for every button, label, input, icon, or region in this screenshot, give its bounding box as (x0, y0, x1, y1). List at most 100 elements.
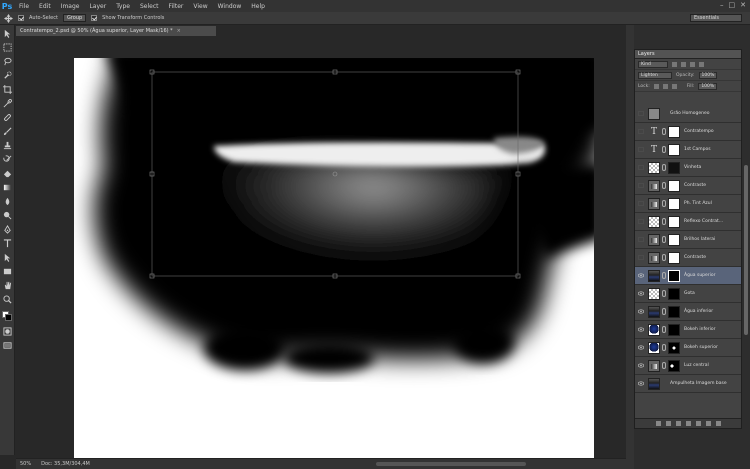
shape-tool-button[interactable] (3, 267, 12, 276)
hand-tool-button[interactable] (3, 281, 12, 290)
add-mask-icon[interactable] (675, 421, 681, 426)
layer-mask-thumbnail[interactable] (668, 233, 680, 246)
mask-link-icon[interactable] (662, 254, 666, 261)
mask-link-icon[interactable] (662, 128, 666, 135)
layer-row[interactable]: Vinheta (635, 159, 741, 177)
canvas-area[interactable] (16, 36, 626, 458)
maximize-button[interactable]: □ (729, 1, 736, 9)
layer-thumbnail[interactable] (648, 107, 660, 120)
mask-link-icon[interactable] (662, 146, 666, 153)
layer-row[interactable]: Água inferior (635, 303, 741, 321)
pixel-filter-icon[interactable] (672, 61, 677, 67)
close-button[interactable]: ✕ (740, 1, 746, 9)
lasso-tool-button[interactable] (3, 57, 12, 66)
fill-field[interactable]: 100% (698, 82, 718, 90)
screen-mode-button[interactable] (3, 341, 12, 350)
layer-mask-thumbnail[interactable] (668, 143, 680, 156)
menu-edit[interactable]: Edit (39, 3, 51, 10)
layer-row[interactable]: Gota (635, 285, 741, 303)
eye-hidden-icon[interactable] (637, 182, 645, 190)
layer-mask-thumbnail[interactable] (668, 341, 680, 354)
mask-link-icon[interactable] (662, 200, 666, 207)
eyedropper-tool-button[interactable] (3, 98, 13, 108)
layer-thumbnail[interactable] (648, 359, 660, 372)
eye-hidden-icon[interactable] (637, 254, 645, 262)
menu-help[interactable]: Help (251, 3, 265, 10)
layer-thumbnail[interactable] (648, 233, 660, 246)
menu-select[interactable]: Select (140, 3, 159, 10)
eye-icon[interactable] (637, 308, 645, 316)
mask-link-icon[interactable] (662, 380, 666, 387)
eye-icon[interactable] (637, 344, 645, 352)
eye-hidden-icon[interactable] (637, 110, 645, 118)
layers-panel-header[interactable]: Layers (635, 50, 741, 59)
eye-icon[interactable] (637, 326, 645, 334)
eye-icon[interactable] (637, 290, 645, 298)
layer-row[interactable]: Luz central (635, 357, 741, 375)
mask-link-icon[interactable] (662, 218, 666, 225)
path-selection-tool-button[interactable] (3, 253, 12, 262)
horizontal-scrollbar[interactable] (376, 462, 526, 466)
layer-thumbnail[interactable] (648, 341, 660, 354)
minimize-button[interactable]: – (720, 1, 724, 9)
eye-hidden-icon[interactable] (637, 218, 645, 226)
eye-hidden-icon[interactable] (637, 146, 645, 154)
layer-row[interactable]: Bokeh inferior (635, 321, 741, 339)
menu-image[interactable]: Image (61, 3, 80, 10)
eye-hidden-icon[interactable] (637, 164, 645, 172)
layer-row[interactable]: Grão Homogeneo (635, 105, 741, 123)
transform-controls-checkbox[interactable] (91, 15, 98, 21)
eye-icon[interactable] (637, 272, 645, 280)
panel-scrollbar[interactable] (744, 165, 748, 335)
auto-select-checkbox[interactable] (18, 15, 24, 21)
layer-row[interactable]: Contraste (635, 249, 741, 267)
layer-thumbnail[interactable] (648, 323, 660, 336)
mask-link-icon[interactable] (662, 272, 666, 279)
layer-row[interactable]: Ph. Tint Azul (635, 195, 741, 213)
mask-link-icon[interactable] (662, 326, 666, 333)
blend-mode-dropdown[interactable]: Lighten (638, 71, 672, 79)
mask-link-icon[interactable] (662, 308, 666, 315)
layer-thumbnail[interactable] (648, 197, 660, 210)
crop-tool-button[interactable] (3, 85, 12, 94)
mask-link-icon[interactable] (662, 344, 666, 351)
menu-window[interactable]: Window (218, 3, 242, 10)
brush-tool-button[interactable] (3, 127, 12, 136)
eye-hidden-icon[interactable] (637, 200, 645, 208)
eye-hidden-icon[interactable] (637, 236, 645, 244)
workspace-dropdown[interactable]: Essentials (690, 14, 742, 22)
layer-mask-thumbnail[interactable] (668, 161, 680, 174)
layer-thumbnail[interactable] (648, 179, 660, 192)
layer-row[interactable]: Brilhos laterai (635, 231, 741, 249)
layer-mask-thumbnail[interactable] (668, 359, 680, 372)
layer-mask-thumbnail[interactable] (668, 251, 680, 264)
adjustment-filter-icon[interactable] (681, 61, 686, 67)
layer-row[interactable]: T Contratempo (635, 123, 741, 141)
gradient-tool-button[interactable] (3, 183, 12, 192)
adjustment-layer-icon[interactable] (685, 421, 691, 426)
opacity-field[interactable]: 100% (698, 71, 718, 79)
layer-mask-thumbnail[interactable] (668, 269, 680, 282)
menu-view[interactable]: View (193, 3, 207, 10)
eye-icon[interactable] (637, 380, 645, 388)
blur-tool-button[interactable] (3, 197, 12, 206)
marquee-tool-button[interactable] (3, 43, 12, 52)
group-folder-icon[interactable] (695, 421, 701, 426)
layer-row[interactable]: Contraste (635, 177, 741, 195)
layer-thumbnail[interactable]: T (648, 126, 660, 138)
layer-row[interactable]: Ampulheta Imagem base (635, 375, 741, 393)
close-document-icon[interactable]: × (177, 28, 181, 34)
background-color-swatch[interactable] (5, 314, 12, 321)
document-canvas[interactable] (74, 58, 594, 458)
layer-row[interactable]: Água superior (635, 267, 741, 285)
move-tool-button[interactable] (3, 29, 12, 38)
auto-select-target-dropdown[interactable]: Group (62, 14, 87, 22)
mask-link-icon[interactable] (662, 182, 666, 189)
lock-position-icon[interactable] (662, 83, 668, 89)
layer-mask-thumbnail[interactable] (668, 323, 680, 336)
layer-row[interactable]: T 1st Campos (635, 141, 741, 159)
dodge-tool-button[interactable] (3, 211, 12, 220)
zoom-level[interactable]: 50% (20, 461, 31, 467)
layer-mask-thumbnail[interactable] (668, 179, 680, 192)
document-tab[interactable]: Contratempo_2.psd @ 50% (Água superior, … (16, 26, 216, 36)
